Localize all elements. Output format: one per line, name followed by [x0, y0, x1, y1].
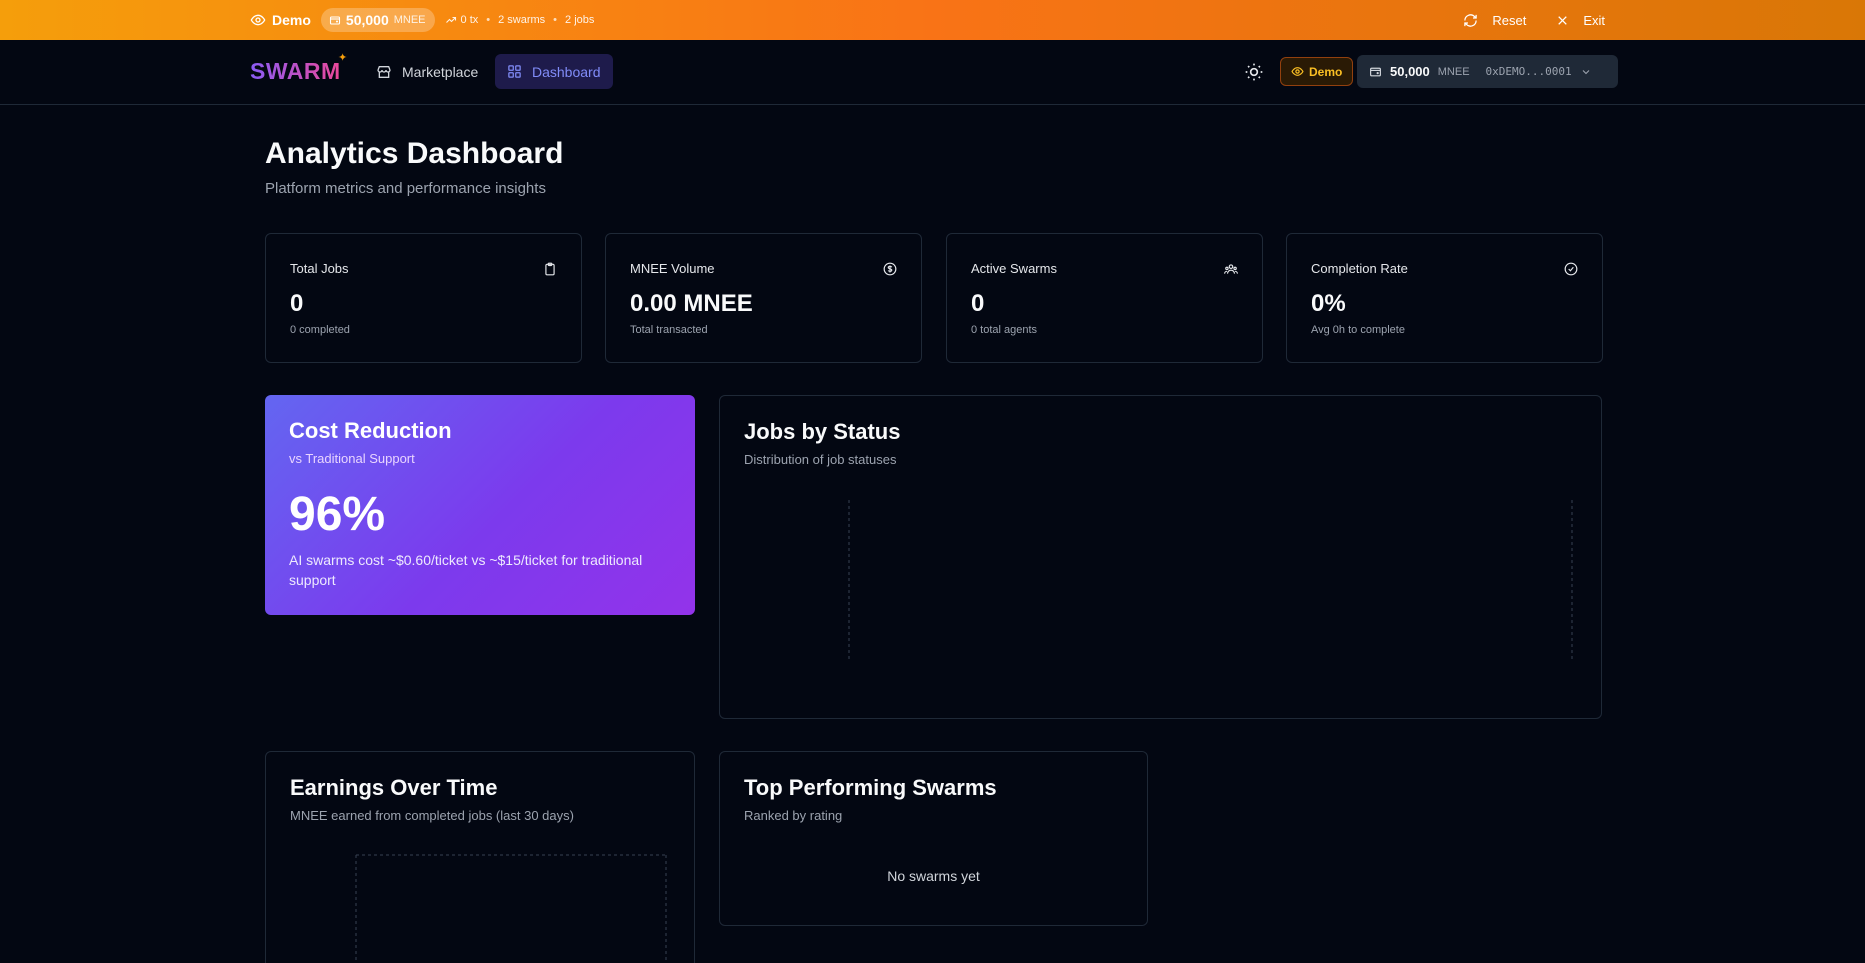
jobs-by-status-chart [848, 500, 1573, 659]
demo-swarm-count: 2 swarms [498, 14, 546, 26]
top-navigation: SWARM ✦ Marketplace Dashboard Demo 50,00… [0, 40, 1865, 105]
wallet-unit: MNEE [1437, 65, 1470, 78]
stat-card-active-swarms: Active Swarms 0 0 total agents [946, 233, 1263, 363]
demo-mode-label: Demo [272, 12, 311, 28]
swarm-logo[interactable]: SWARM [250, 58, 341, 85]
stat-card-total-jobs: Total Jobs 0 0 completed [265, 233, 582, 363]
demo-balance-pill: 50,000 MNEE [320, 8, 435, 32]
cost-reduction-title: Cost Reduction [289, 418, 452, 443]
cost-reduction-subtitle: vs Traditional Support [289, 451, 415, 466]
cost-reduction-card: Cost Reduction vs Traditional Support 96… [265, 395, 695, 615]
store-icon [377, 65, 391, 78]
jobs-by-status-panel: Jobs by Status Distribution of job statu… [719, 395, 1602, 719]
reset-label: Reset [1492, 12, 1527, 28]
top-swarms-title: Top Performing Swarms [744, 775, 997, 800]
demo-banner-left: Demo 50,000 MNEE 0 tx • 2 swarms • 2 job… [250, 0, 594, 40]
nav-marketplace-label: Marketplace [402, 63, 479, 80]
demo-banner-actions: Reset Exit [1463, 0, 1605, 40]
stat-label: MNEE Volume [630, 261, 715, 276]
eye-icon [250, 14, 266, 26]
stat-value: 0.00 MNEE [630, 290, 753, 317]
stat-value: 0 [290, 290, 304, 317]
separator-dot: • [486, 14, 491, 26]
refresh-icon [1464, 13, 1478, 27]
demo-badge: Demo [1280, 57, 1354, 86]
dollar-circle-icon [883, 262, 897, 276]
clipboard-icon [545, 262, 555, 276]
stat-hint: 0 completed [290, 324, 350, 336]
wallet-address: 0xDEMO...0001 [1485, 65, 1572, 78]
demo-badge-label: Demo [1309, 64, 1343, 79]
stat-value: 0% [1311, 290, 1346, 317]
nav-marketplace[interactable]: Marketplace [364, 54, 490, 89]
stat-hint: Avg 0h to complete [1311, 324, 1405, 336]
earnings-chart [355, 854, 667, 963]
top-swarms-empty-message: No swarms yet [887, 868, 980, 884]
exit-demo-button[interactable]: Exit [1556, 13, 1605, 28]
stat-hint: 0 total agents [971, 324, 1038, 336]
top-swarms-subtitle: Ranked by rating [744, 808, 843, 823]
stat-label: Active Swarms [971, 261, 1057, 276]
demo-job-count: 2 jobs [565, 14, 595, 26]
page-subtitle: Platform metrics and performance insight… [265, 180, 546, 197]
nav-dashboard-label: Dashboard [532, 63, 601, 80]
check-circle-icon [1564, 262, 1578, 276]
wallet-button[interactable]: 50,000 MNEE 0xDEMO...0001 [1357, 55, 1618, 88]
cost-reduction-value: 96% [289, 488, 386, 541]
reset-button[interactable]: Reset [1463, 13, 1526, 28]
stat-label: Completion Rate [1311, 261, 1408, 276]
users-icon [1224, 264, 1238, 274]
demo-balance-value: 50,000 [345, 12, 389, 28]
close-icon [1558, 15, 1568, 25]
eye-icon [1291, 67, 1304, 76]
wallet-icon [1370, 67, 1381, 77]
wallet-icon [329, 16, 340, 25]
page-title: Analytics Dashboard [265, 137, 564, 170]
top-swarms-panel: Top Performing Swarms Ranked by rating N… [719, 751, 1148, 926]
demo-banner: Demo 50,000 MNEE 0 tx • 2 swarms • 2 job… [0, 0, 1865, 40]
stat-hint: Total transacted [630, 324, 708, 336]
chevron-down-icon [1582, 69, 1590, 74]
exit-label: Exit [1583, 12, 1605, 28]
sun-icon[interactable] [1244, 62, 1264, 82]
stat-card-mnee-volume: MNEE Volume 0.00 MNEE Total transacted [605, 233, 922, 363]
cost-reduction-description: AI swarms cost ~$0.60/ticket vs ~$15/tic… [289, 552, 643, 588]
demo-balance-unit: MNEE [393, 14, 426, 26]
wallet-balance: 50,000 [1390, 64, 1430, 79]
demo-tx-count: 0 tx [460, 14, 479, 26]
stat-card-completion-rate: Completion Rate 0% Avg 0h to complete [1286, 233, 1603, 363]
sparkle-icon: ✦ [338, 52, 348, 64]
demo-mode-indicator: Demo [250, 12, 311, 28]
nav-dashboard[interactable]: Dashboard [495, 54, 613, 89]
stat-label: Total Jobs [290, 261, 349, 276]
earnings-panel: Earnings Over Time MNEE earned from comp… [265, 751, 695, 963]
separator-dot: • [553, 14, 558, 26]
stat-value: 0 [971, 290, 985, 317]
grid-icon [508, 65, 521, 78]
demo-activity: 0 tx • 2 swarms • 2 jobs [445, 14, 595, 26]
trending-up-icon [445, 16, 456, 23]
